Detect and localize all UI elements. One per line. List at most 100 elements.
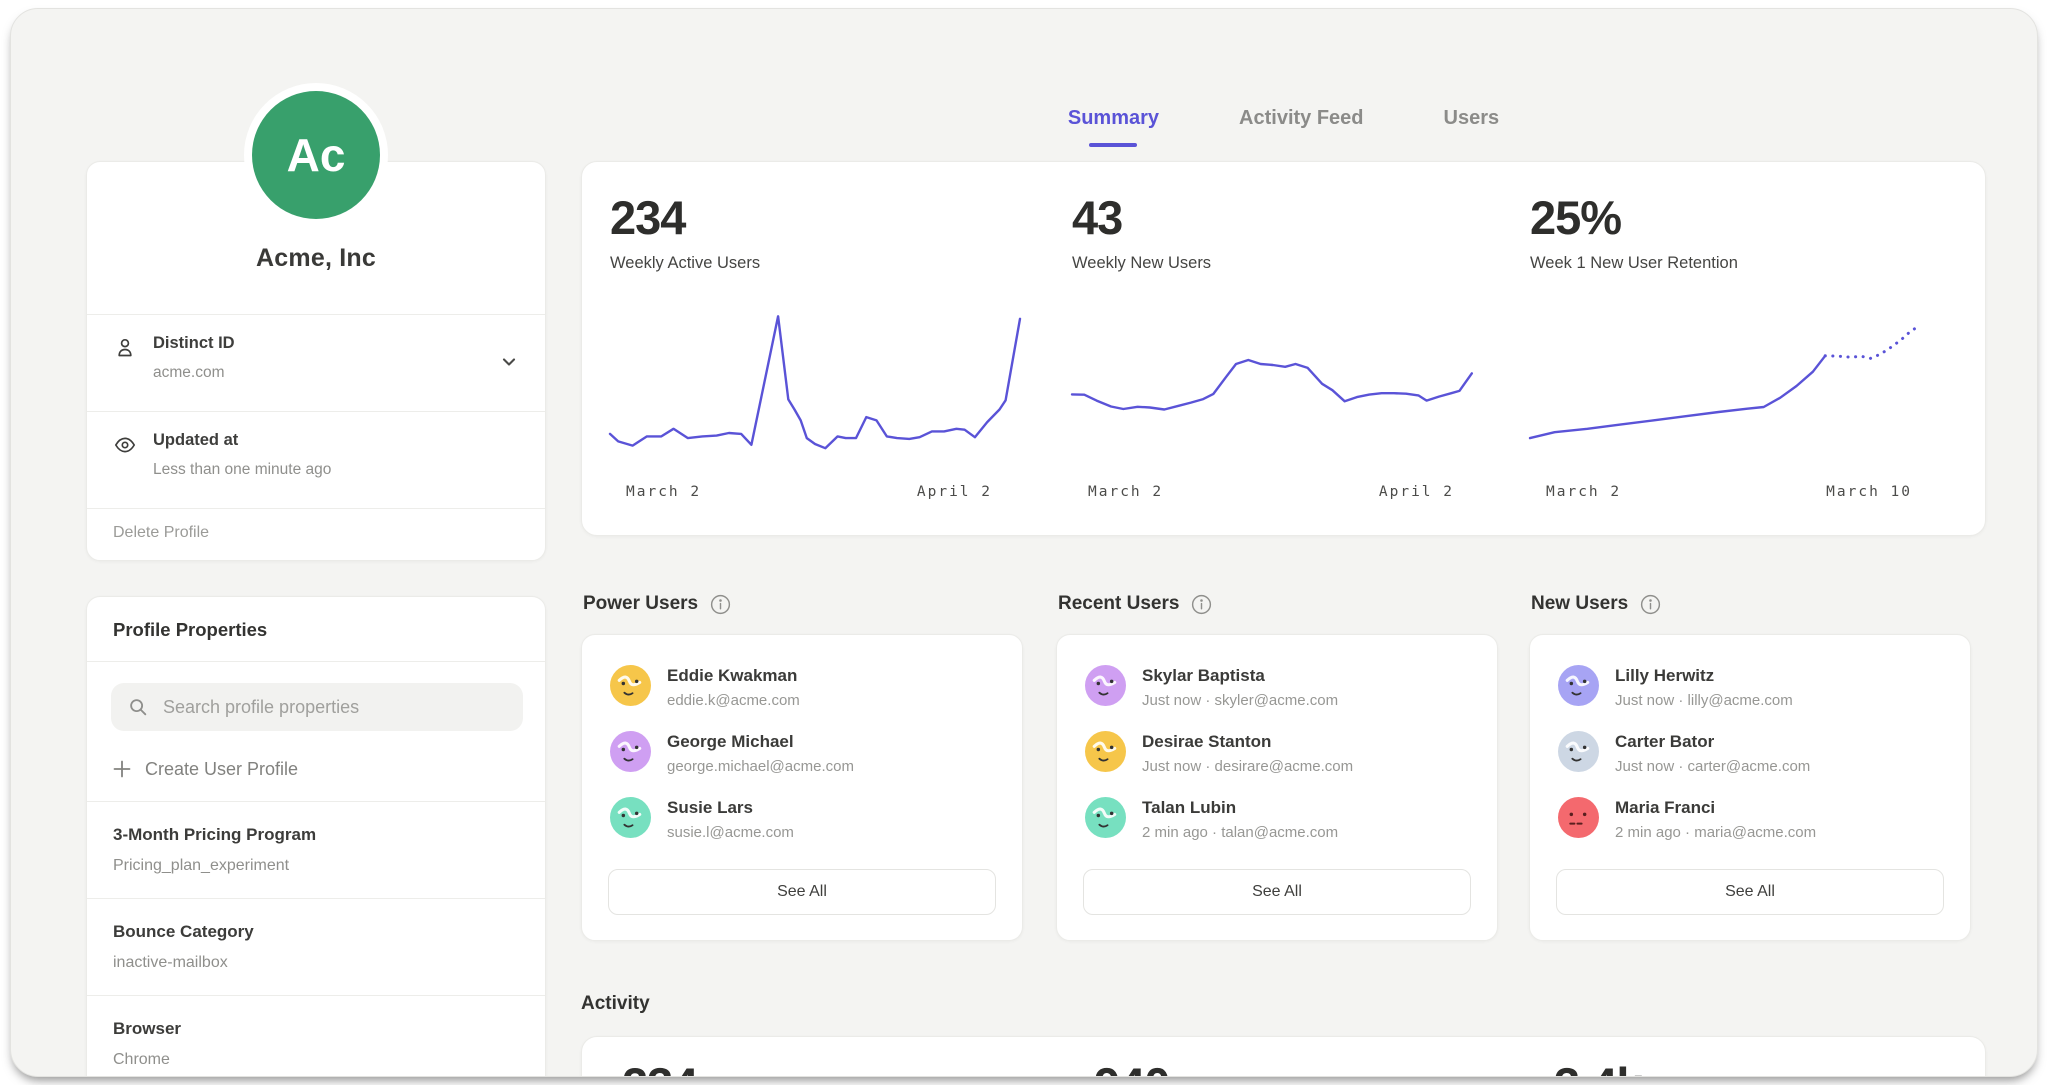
app-window: Ac Acme, Inc Distinct ID acme.com Update… (10, 8, 2038, 1077)
new-users-card: Lilly Herwitz Just now · lilly@acme.com … (1529, 634, 1971, 941)
x-axis-tick: March 10 (1826, 484, 1912, 500)
x-axis-labels: March 2 March 10 (1530, 484, 1940, 500)
tab-activity-feed[interactable]: Activity Feed (1239, 107, 1363, 147)
user-list-item[interactable]: George Michael george.michael@acme.com (610, 731, 1002, 789)
see-all-button[interactable]: See All (1083, 869, 1471, 915)
property-item[interactable]: Browser Chrome (87, 995, 545, 1077)
tab-label: Activity Feed (1239, 107, 1363, 129)
field-value: Less than one minute ago (153, 461, 331, 479)
activity-stat-value: 940 (1094, 1057, 1169, 1077)
weekly-active-users-chart (610, 302, 1020, 470)
user-name: Lilly Herwitz (1615, 666, 1714, 686)
field-row-distinct-id[interactable]: Distinct ID acme.com (87, 314, 545, 411)
user-detail: 2 min ago · maria@acme.com (1615, 824, 1816, 841)
delete-profile-button[interactable]: Delete Profile (113, 524, 209, 542)
stat-label: Week 1 New User Retention (1530, 254, 1738, 273)
user-name: Susie Lars (667, 798, 753, 818)
info-icon[interactable] (1191, 594, 1212, 615)
property-item[interactable]: 3-Month Pricing Program Pricing_plan_exp… (87, 801, 545, 898)
chevron-down-icon[interactable] (497, 350, 521, 374)
person-icon (113, 336, 137, 360)
user-avatar (610, 731, 651, 772)
stat-value: 43 (1072, 190, 1122, 245)
avatar-face (1085, 731, 1126, 772)
create-user-profile-label: Create User Profile (145, 759, 298, 780)
avatar-face (1558, 797, 1599, 838)
section-header-power-users: Power Users (583, 593, 731, 615)
divider (87, 508, 545, 509)
user-list-item[interactable]: Carter Bator Just now · carter@acme.com (1558, 731, 1950, 789)
property-label: Bounce Category (113, 922, 254, 942)
stat-value: 234 (610, 190, 685, 245)
stat-value: 25% (1530, 190, 1621, 245)
activity-stat-value: 234 (622, 1057, 697, 1077)
user-avatar (1558, 665, 1599, 706)
property-label: 3-Month Pricing Program (113, 825, 316, 845)
x-axis-tick: April 2 (1379, 484, 1454, 500)
x-axis-labels: March 2 April 2 (1072, 484, 1482, 500)
activity-section-title: Activity (581, 993, 650, 1015)
create-user-profile-button[interactable]: Create User Profile (113, 749, 298, 789)
user-avatar (1085, 665, 1126, 706)
profile-card: Acme, Inc Distinct ID acme.com Updated a… (86, 161, 546, 561)
tab-summary[interactable]: Summary (1068, 107, 1159, 147)
plus-icon (113, 760, 131, 778)
user-detail: Just now · skyler@acme.com (1142, 692, 1338, 709)
eye-icon (113, 433, 137, 457)
recent-users-card: Skylar Baptista Just now · skyler@acme.c… (1056, 634, 1498, 941)
activity-stat-value: 3.4k (1554, 1057, 1641, 1077)
user-avatar (1558, 731, 1599, 772)
user-list-item[interactable]: Talan Lubin 2 min ago · talan@acme.com (1085, 797, 1477, 855)
user-detail: Just now · lilly@acme.com (1615, 692, 1793, 709)
power-users-card: Eddie Kwakman eddie.k@acme.com George Mi… (581, 634, 1023, 941)
search-input[interactable] (163, 683, 513, 731)
activity-card: 234 940 3.4k (581, 1036, 1986, 1077)
user-list-item[interactable]: Lilly Herwitz Just now · lilly@acme.com (1558, 665, 1950, 723)
avatar-face (1558, 731, 1599, 772)
user-list-item[interactable]: Eddie Kwakman eddie.k@acme.com (610, 665, 1002, 723)
info-icon[interactable] (710, 594, 731, 615)
company-avatar-initials: Ac (287, 128, 346, 182)
user-name: Maria Franci (1615, 798, 1715, 818)
info-icon[interactable] (1640, 594, 1661, 615)
user-list-item[interactable]: Susie Lars susie.l@acme.com (610, 797, 1002, 855)
user-avatar (1558, 797, 1599, 838)
field-value: acme.com (153, 364, 225, 382)
property-value: Pricing_plan_experiment (113, 857, 289, 875)
see-all-button[interactable]: See All (608, 869, 996, 915)
section-title: Power Users (583, 593, 698, 615)
divider (87, 661, 545, 662)
user-detail: eddie.k@acme.com (667, 692, 800, 709)
profile-properties-title: Profile Properties (113, 619, 267, 641)
tab-label: Summary (1068, 107, 1159, 129)
user-list-item[interactable]: Desirae Stanton Just now · desirare@acme… (1085, 731, 1477, 789)
stat-weekly-new-users: 43 Weekly New Users March 2 April 2 (1072, 162, 1484, 535)
section-header-new-users: New Users (1531, 593, 1661, 615)
property-value: inactive-mailbox (113, 954, 228, 972)
search-icon (127, 696, 149, 718)
property-value: Chrome (113, 1051, 170, 1069)
company-avatar: Ac (252, 91, 380, 219)
week1-retention-chart (1530, 302, 1940, 470)
tab-users[interactable]: Users (1444, 107, 1500, 147)
tab-bar: Summary Activity Feed Users (581, 107, 1986, 147)
user-detail: 2 min ago · talan@acme.com (1142, 824, 1338, 841)
user-list-item[interactable]: Maria Franci 2 min ago · maria@acme.com (1558, 797, 1950, 855)
avatar-face (610, 797, 651, 838)
avatar-face (610, 731, 651, 772)
user-avatar (610, 797, 651, 838)
property-item[interactable]: Bounce Category inactive-mailbox (87, 898, 545, 995)
user-name: Carter Bator (1615, 732, 1714, 752)
field-label: Distinct ID (153, 334, 235, 353)
active-tab-underline (1089, 143, 1137, 147)
user-list-item[interactable]: Skylar Baptista Just now · skyler@acme.c… (1085, 665, 1477, 723)
search-profile-properties[interactable] (111, 683, 523, 731)
user-detail: george.michael@acme.com (667, 758, 854, 775)
user-name: Talan Lubin (1142, 798, 1236, 818)
avatar-face (1085, 665, 1126, 706)
stat-label: Weekly New Users (1072, 254, 1211, 273)
field-label: Updated at (153, 431, 238, 450)
user-avatar (610, 665, 651, 706)
see-all-button[interactable]: See All (1556, 869, 1944, 915)
weekly-new-users-chart (1072, 302, 1482, 470)
